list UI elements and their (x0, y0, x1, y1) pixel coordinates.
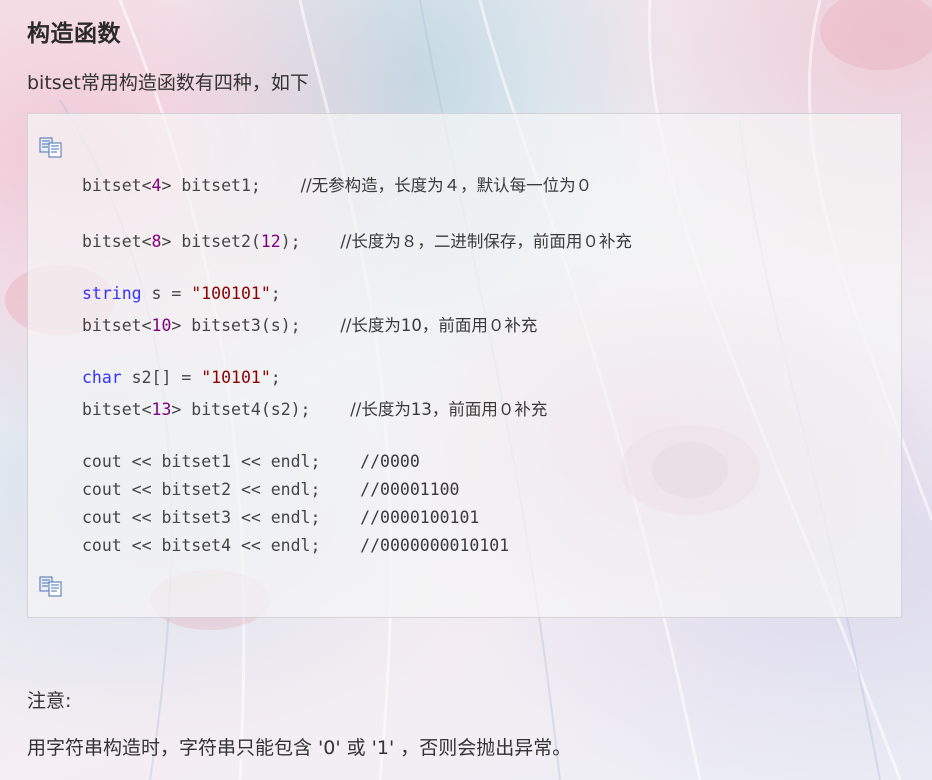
copy-code-icon[interactable] (39, 575, 63, 597)
code-line-4: bitset<10> bitset3(s); //长度为10，前面用０补充 (82, 316, 538, 335)
section-heading: 构造函数 (27, 21, 121, 47)
note-label: 注意: (27, 690, 72, 712)
code-line-10: cout << bitset4 << endl; //0000000010101 (82, 536, 510, 555)
copy-code-icon[interactable] (39, 136, 63, 158)
code-line-7: cout << bitset1 << endl; //0000 (82, 452, 420, 471)
article-content: 构造函数 bitset常用构造函数有四种，如下 bitset<4> bitset… (0, 0, 932, 780)
code-line-8: cout << bitset2 << endl; //00001100 (82, 480, 460, 499)
code-line-3: string s = "100101"; (82, 284, 281, 303)
code-line-6: bitset<13> bitset4(s2); //长度为13，前面用０补充 (82, 400, 548, 419)
code-line-2: bitset<8> bitset2(12); //长度为８，二进制保存，前面用０… (82, 232, 632, 251)
code-block: bitset<4> bitset1; //无参构造，长度为４，默认每一位为０ b… (27, 113, 902, 618)
note-text: 用字符串构造时，字符串只能包含 '0' 或 '1' ，否则会抛出异常。 (27, 737, 572, 759)
code-line-9: cout << bitset3 << endl; //0000100101 (82, 508, 480, 527)
intro-text: bitset常用构造函数有四种，如下 (27, 72, 309, 94)
code-line-5: char s2[] = "10101"; (82, 368, 281, 387)
code-line-1: bitset<4> bitset1; //无参构造，长度为４，默认每一位为０ (82, 176, 593, 195)
